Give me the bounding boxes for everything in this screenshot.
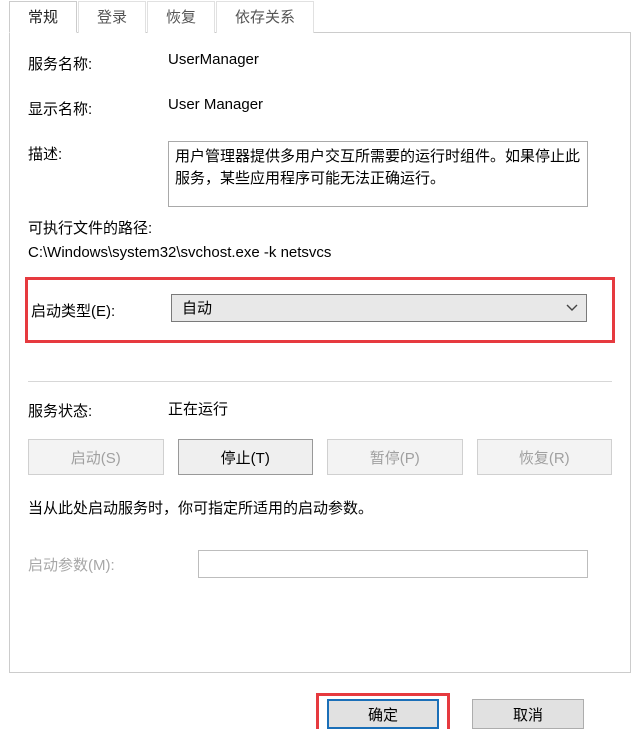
tabs-container: 常规 登录 恢复 依存关系 bbox=[9, 0, 631, 33]
start-params-input bbox=[198, 550, 588, 578]
tab-dependencies[interactable]: 依存关系 bbox=[216, 1, 314, 33]
service-name-row: 服务名称: UserManager bbox=[28, 51, 612, 74]
service-control-buttons: 启动(S) 停止(T) 暂停(P) 恢复(R) bbox=[28, 439, 612, 475]
resume-button: 恢复(R) bbox=[477, 439, 613, 475]
tab-logon[interactable]: 登录 bbox=[78, 1, 146, 33]
tab-panel-general: 服务名称: UserManager 显示名称: User Manager 描述:… bbox=[9, 33, 631, 673]
service-name-label: 服务名称: bbox=[28, 51, 168, 74]
description-row: 描述: 用户管理器提供多用户交互所需要的运行时组件。如果停止此服务，某些应用程序… bbox=[28, 141, 612, 207]
startup-params-hint: 当从此处启动服务时，你可指定所适用的启动参数。 bbox=[28, 497, 612, 518]
service-status-label: 服务状态: bbox=[28, 398, 168, 421]
startup-type-label: 启动类型(E): bbox=[28, 298, 171, 321]
stop-button[interactable]: 停止(T) bbox=[178, 439, 314, 475]
display-name-row: 显示名称: User Manager bbox=[28, 96, 612, 119]
pause-button: 暂停(P) bbox=[327, 439, 463, 475]
start-params-row: 启动参数(M): bbox=[28, 550, 612, 578]
description-label: 描述: bbox=[28, 141, 168, 207]
startup-type-selected-value: 自动 bbox=[182, 300, 212, 317]
executable-path-label: 可执行文件的路径: bbox=[28, 217, 612, 238]
start-params-label: 启动参数(M): bbox=[28, 554, 198, 575]
display-name-label: 显示名称: bbox=[28, 96, 168, 119]
service-status-value: 正在运行 bbox=[168, 398, 612, 421]
tab-general[interactable]: 常规 bbox=[9, 1, 77, 33]
ok-button-highlight: 确定 bbox=[316, 693, 450, 729]
service-status-row: 服务状态: 正在运行 bbox=[28, 398, 612, 421]
startup-type-dropdown[interactable]: 自动 bbox=[171, 294, 587, 322]
display-name-value: User Manager bbox=[168, 96, 612, 119]
startup-type-highlight: 启动类型(E): 自动 bbox=[25, 277, 615, 343]
dialog-footer: 确定 取消 bbox=[0, 693, 640, 733]
cancel-button[interactable]: 取消 bbox=[472, 699, 584, 729]
service-name-value: UserManager bbox=[168, 51, 612, 74]
chevron-down-icon bbox=[566, 304, 578, 312]
ok-button[interactable]: 确定 bbox=[327, 699, 439, 729]
start-button: 启动(S) bbox=[28, 439, 164, 475]
tabstrip: 常规 登录 恢复 依存关系 bbox=[9, 1, 631, 33]
description-textarea[interactable]: 用户管理器提供多用户交互所需要的运行时组件。如果停止此服务，某些应用程序可能无法… bbox=[168, 141, 588, 207]
divider bbox=[28, 381, 612, 382]
service-properties-dialog: 常规 登录 恢复 依存关系 服务名称: UserManager 显示名称: Us… bbox=[0, 0, 640, 733]
tab-recovery[interactable]: 恢复 bbox=[147, 1, 215, 33]
executable-path-value: C:\Windows\system32\svchost.exe -k netsv… bbox=[28, 244, 612, 261]
